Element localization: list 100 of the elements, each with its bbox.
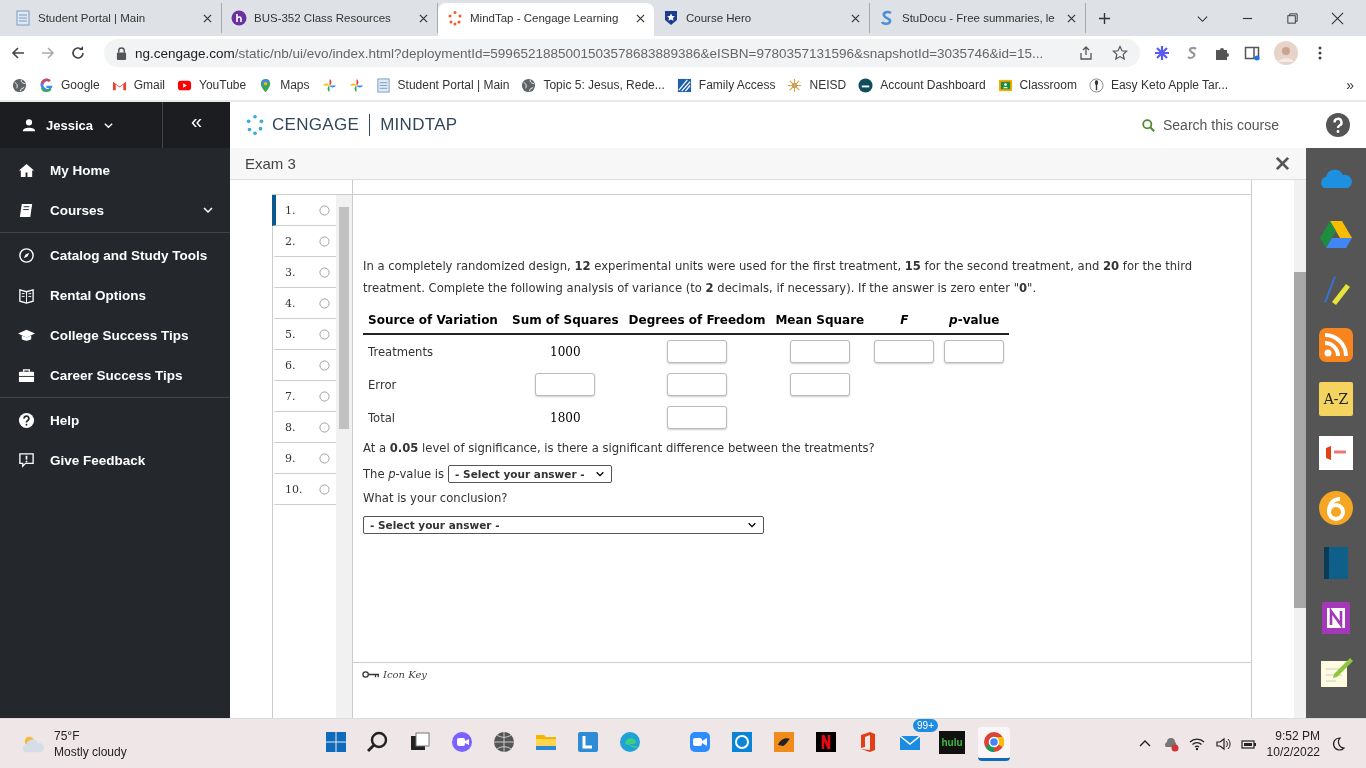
- app-icon: [450, 730, 474, 754]
- scrollbar[interactable]: [336, 195, 352, 718]
- bookmark-link[interactable]: Gmail: [133, 78, 166, 92]
- bookmark-link[interactable]: Student Portal | Main: [397, 78, 510, 92]
- column-header: Mean Square: [770, 311, 870, 334]
- sidebar-item[interactable]: Give Feedback: [0, 440, 230, 480]
- person-icon: [22, 118, 36, 132]
- app-icon: [492, 730, 516, 754]
- sidebar-item[interactable]: My Home: [0, 150, 230, 190]
- sidebar-item[interactable]: Catalog and Study Tools: [0, 235, 230, 275]
- bookmark-star-icon[interactable]: [1112, 45, 1128, 61]
- restore-icon[interactable]: [1286, 11, 1299, 25]
- search-field[interactable]: Search this course: [1142, 116, 1300, 134]
- asterisk-extension-icon[interactable]: [1154, 45, 1170, 61]
- row-label: Error: [368, 377, 397, 392]
- collapse-sidebar-button[interactable]: «: [163, 111, 230, 131]
- row-label: Treatments: [368, 344, 434, 359]
- bookmark-link[interactable]: Google: [61, 78, 100, 92]
- doc-icon[interactable]: [375, 77, 391, 93]
- clock-date[interactable]: 10/2/2022: [1266, 743, 1320, 760]
- office-icon[interactable]: [1318, 435, 1354, 471]
- app-icon: [366, 730, 390, 754]
- share-icon[interactable]: [1078, 45, 1094, 61]
- user-menu[interactable]: Jessica: [0, 102, 163, 148]
- fsa-icon[interactable]: [858, 77, 874, 93]
- column-header: Sum of Squares: [507, 311, 624, 334]
- close-tab-icon[interactable]: [419, 13, 428, 23]
- sidebar-item[interactable]: Help: [0, 400, 230, 440]
- globe-icon[interactable]: [521, 77, 537, 93]
- address-bar[interactable]: ng.cengage.com/static/nb/ui/evo/index.html?deploymentId=5996521885001503578683889386&eISBN=9780357131596&snapshotId=3035746&id=15...: [104, 39, 1140, 67]
- notification-badge: 99+: [913, 718, 938, 732]
- bookmark-link[interactable]: Classroom: [1019, 78, 1077, 92]
- answer-dropdown[interactable]: - Select your answer -: [363, 516, 764, 534]
- compass-icon: [18, 246, 35, 264]
- temperature: 75°F: [54, 727, 81, 744]
- clock-time[interactable]: 9:52 PM: [1275, 727, 1320, 744]
- product-name: MINDTAP: [380, 115, 458, 135]
- dictionary-button[interactable]: A-Z: [1319, 382, 1353, 416]
- moon-icon[interactable]: [1330, 735, 1346, 752]
- browser-tab[interactable]: Course Hero: [654, 3, 870, 33]
- globe-icon[interactable]: [12, 77, 27, 93]
- close-icon[interactable]: [1275, 156, 1290, 171]
- table-value: 1000: [550, 344, 581, 359]
- new-tab-icon[interactable]: [1098, 12, 1111, 25]
- close-tab-icon[interactable]: [851, 13, 860, 23]
- bookmark-link[interactable]: NEISD: [809, 78, 847, 92]
- close-icon[interactable]: [1331, 11, 1344, 25]
- app-icon: [324, 730, 348, 754]
- bookmark-link[interactable]: YouTube: [199, 78, 247, 92]
- search-icon: [1142, 117, 1155, 133]
- app-icon: [618, 730, 642, 754]
- app-icon: [688, 730, 712, 754]
- browser-tab[interactable]: BUS-352 Class Resources: [222, 3, 438, 33]
- chevron-down-icon: [747, 520, 757, 530]
- weather-text: Mostly cloudy: [54, 743, 127, 760]
- back-icon[interactable]: [10, 45, 26, 61]
- sidebar-item[interactable]: College Success Tips: [0, 315, 230, 355]
- icon-key-link[interactable]: Icon Key: [383, 669, 427, 680]
- answer-dropdown[interactable]: - Select your answer -: [448, 465, 613, 483]
- volume-icon[interactable]: [1214, 735, 1231, 752]
- spoon-icon[interactable]: [1088, 77, 1104, 93]
- puzzle-icon[interactable]: [1214, 45, 1230, 61]
- rss-icon[interactable]: [1318, 327, 1354, 363]
- cloud-error-icon[interactable]: [1162, 735, 1179, 752]
- app-icon: [730, 730, 754, 754]
- close-tab-icon[interactable]: [1067, 13, 1076, 23]
- bookmark-link[interactable]: Family Access: [698, 78, 776, 92]
- question-text: In a completely randomized design, 12 experimental units were used for the first treatment, 15 for the second treatment, and 20 for the third treatment. Complete the following analysis of variance (to 2 decimals, if necessary). If the answer is zero enter "0".: [363, 258, 1194, 297]
- exam-title: Exam 3: [245, 155, 296, 172]
- stripes-icon[interactable]: [676, 77, 692, 93]
- app-icon: [982, 730, 1006, 754]
- bookmark-link[interactable]: Easy Keto Apple Tar...: [1110, 78, 1229, 92]
- browser-tab[interactable]: MindTap - Cengage Learning: [438, 3, 654, 36]
- key-icon: [362, 670, 380, 679]
- help-button[interactable]: [1326, 113, 1350, 137]
- bookmark-link[interactable]: Account Dashboard: [880, 78, 986, 92]
- sidebar-item[interactable]: Rental Options: [0, 275, 230, 315]
- browser-tab[interactable]: StuDocu - Free summaries, le: [870, 3, 1086, 33]
- classroom-icon[interactable]: [997, 77, 1013, 93]
- help-icon: [18, 411, 35, 429]
- letter-logo-icon: [231, 10, 247, 26]
- reload-icon[interactable]: [70, 45, 86, 61]
- swirl-logo-icon[interactable]: [1318, 490, 1354, 526]
- more-bookmarks-button[interactable]: »: [1346, 77, 1354, 93]
- close-tab-icon[interactable]: [203, 13, 212, 23]
- question-text: At a 0.05 level of significance, is there a significant difference between the treatments?: [363, 440, 876, 457]
- google-icon[interactable]: [39, 77, 54, 93]
- close-tab-icon[interactable]: [636, 13, 645, 23]
- sidebar-item[interactable]: Career Success Tips: [0, 355, 230, 395]
- bookmark-link[interactable]: Maps: [280, 78, 310, 92]
- column-header: p-value: [939, 311, 1010, 334]
- scrollbar[interactable]: [1294, 180, 1306, 718]
- url-text: ng.cengage.com/static/nb/ui/evo/index.html?deploymentId=5996521885001503578683889386&eISBN=9780357131596&snapshotId=3035746&id=15...: [135, 45, 1045, 61]
- bookmark-link[interactable]: Topic 5: Jesus, Rede...: [543, 78, 665, 92]
- side-panel-icon[interactable]: [1244, 45, 1260, 61]
- pinwheel-icon[interactable]: [321, 77, 337, 93]
- app-icon: [814, 730, 838, 754]
- sidebar-item[interactable]: Courses: [0, 190, 230, 230]
- browser-tab[interactable]: Student Portal | Main: [6, 3, 222, 33]
- pinwheel-icon[interactable]: [348, 77, 364, 93]
